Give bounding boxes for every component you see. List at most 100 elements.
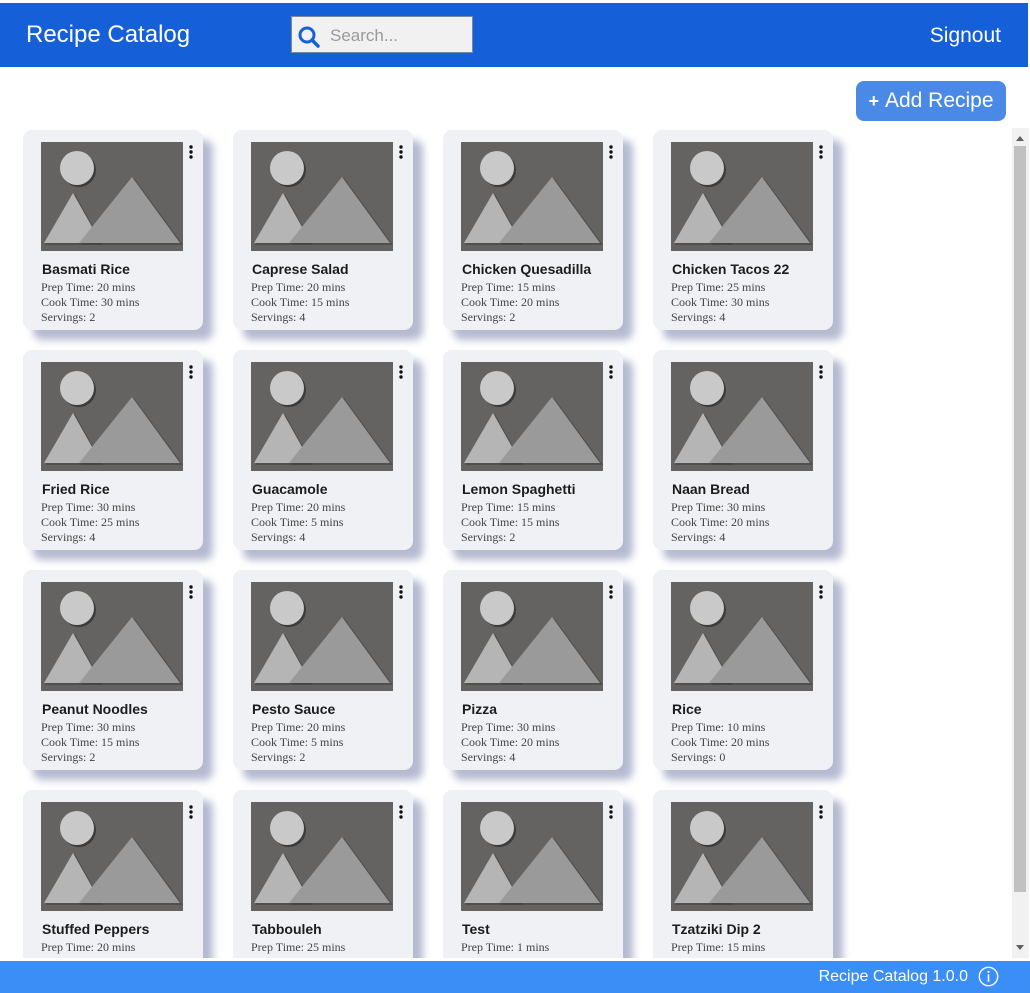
- more-vertical-icon[interactable]: [187, 144, 195, 160]
- image-placeholder-icon: [41, 142, 183, 251]
- info-icon[interactable]: [978, 966, 999, 987]
- prep-time: Prep Time: 30 mins: [671, 500, 766, 514]
- servings: Servings: 4: [41, 530, 96, 544]
- recipe-name: Tzatziki Dip 2: [672, 921, 761, 937]
- recipe-card[interactable]: Peanut Noodles Prep Time: 30 mins Cook Tim…: [23, 570, 203, 770]
- cook-time: Cook Time: 20 mins: [461, 735, 560, 749]
- image-placeholder-icon: [251, 802, 393, 911]
- add-recipe-button[interactable]: + Add Recipe: [856, 81, 1006, 121]
- servings: Servings: 2: [461, 530, 516, 544]
- recipe-card[interactable]: Pizza Prep Time: 30 mins Cook Time: 20 min…: [443, 570, 623, 770]
- prep-time: Prep Time: 25 mins: [251, 940, 346, 954]
- recipe-name: Caprese Salad: [252, 261, 349, 277]
- footer-bar: Recipe Catalog 1.0.0: [0, 961, 1030, 993]
- cook-time: Cook Time: 30 mins: [41, 295, 140, 309]
- prep-time: Prep Time: 30 mins: [41, 500, 136, 514]
- recipe-card[interactable]: Naan Bread Prep Time: 30 mins Cook Time: 2…: [653, 350, 833, 550]
- cook-time: Cook Time: 15 mins: [251, 295, 350, 309]
- recipe-name: Guacamole: [252, 481, 328, 497]
- image-placeholder-icon: [41, 802, 183, 911]
- recipe-name: Naan Bread: [672, 481, 750, 497]
- recipe-card[interactable]: Rice Prep Time: 10 mins Cook Time: 20 mins…: [653, 570, 833, 770]
- app-title: Recipe Catalog: [26, 21, 191, 48]
- scroll-down-arrow-icon[interactable]: [1016, 945, 1024, 950]
- vertical-scrollbar[interactable]: [1012, 128, 1029, 958]
- more-vertical-icon[interactable]: [817, 144, 825, 160]
- image-placeholder-icon: [461, 582, 603, 691]
- prep-time: Prep Time: 15 mins: [461, 280, 556, 294]
- recipe-card[interactable]: Tabbouleh Prep Time: 25 mins: [233, 790, 413, 958]
- cook-time: Cook Time: 20 mins: [461, 295, 560, 309]
- image-placeholder-icon: [461, 142, 603, 251]
- recipe-name: Peanut Noodles: [42, 701, 148, 717]
- search-input[interactable]: [328, 22, 470, 50]
- more-vertical-icon[interactable]: [607, 144, 615, 160]
- recipe-card[interactable]: Pesto Sauce Prep Time: 20 mins Cook Time: …: [233, 570, 413, 770]
- more-vertical-icon[interactable]: [187, 804, 195, 820]
- search-box[interactable]: [291, 16, 473, 53]
- recipe-name: Chicken Tacos 22: [672, 261, 790, 277]
- more-vertical-icon[interactable]: [817, 364, 825, 380]
- recipe-name: Lemon Spaghetti: [462, 481, 576, 497]
- cook-time: Cook Time: 20 mins: [671, 515, 770, 529]
- cook-time: Cook Time: 20 mins: [671, 735, 770, 749]
- more-vertical-icon[interactable]: [187, 364, 195, 380]
- more-vertical-icon[interactable]: [607, 364, 615, 380]
- image-placeholder-icon: [251, 582, 393, 691]
- image-placeholder-icon: [671, 802, 813, 911]
- image-placeholder-icon: [461, 802, 603, 911]
- prep-time: Prep Time: 30 mins: [461, 720, 556, 734]
- more-vertical-icon[interactable]: [817, 804, 825, 820]
- recipe-card[interactable]: Fried Rice Prep Time: 30 mins Cook Time: 2…: [23, 350, 203, 550]
- signout-button[interactable]: Signout: [930, 24, 1001, 48]
- recipe-name: Basmati Rice: [42, 261, 130, 277]
- recipe-card[interactable]: Chicken Quesadilla Prep Time: 15 mins Cook…: [443, 130, 623, 330]
- cook-time: Cook Time: 30 mins: [671, 295, 770, 309]
- recipe-card[interactable]: Test Prep Time: 1 mins: [443, 790, 623, 958]
- servings: Servings: 4: [461, 750, 516, 764]
- servings: Servings: 0: [671, 750, 726, 764]
- prep-time: Prep Time: 15 mins: [671, 940, 766, 954]
- recipe-card[interactable]: Guacamole Prep Time: 20 mins Cook Time: 5 …: [233, 350, 413, 550]
- recipe-card[interactable]: Stuffed Peppers Prep Time: 20 mins: [23, 790, 203, 958]
- more-vertical-icon[interactable]: [817, 584, 825, 600]
- more-vertical-icon[interactable]: [187, 584, 195, 600]
- more-vertical-icon[interactable]: [397, 804, 405, 820]
- add-recipe-label: Add Recipe: [884, 89, 994, 112]
- scroll-up-arrow-icon[interactable]: [1016, 136, 1024, 141]
- recipe-card[interactable]: Chicken Tacos 22 Prep Time: 25 mins Cook T…: [653, 130, 833, 330]
- servings: Servings: 2: [41, 310, 96, 324]
- image-placeholder-icon: [251, 142, 393, 251]
- recipe-name: Pizza: [462, 701, 498, 717]
- prep-time: Prep Time: 15 mins: [461, 500, 556, 514]
- servings: Servings: 4: [251, 530, 306, 544]
- more-vertical-icon[interactable]: [607, 584, 615, 600]
- image-placeholder-icon: [671, 582, 813, 691]
- more-vertical-icon[interactable]: [607, 804, 615, 820]
- recipe-card[interactable]: Lemon Spaghetti Prep Time: 15 mins Cook Ti…: [443, 350, 623, 550]
- image-placeholder-icon: [461, 362, 603, 471]
- scrollbar-thumb[interactable]: [1014, 146, 1026, 892]
- more-vertical-icon[interactable]: [397, 144, 405, 160]
- image-placeholder-icon: [251, 362, 393, 471]
- top-nav-bar: Recipe Catalog Signout: [0, 3, 1028, 67]
- search-icon[interactable]: [296, 24, 322, 50]
- prep-time: Prep Time: 30 mins: [41, 720, 136, 734]
- more-vertical-icon[interactable]: [397, 584, 405, 600]
- recipe-card[interactable]: Tzatziki Dip 2 Prep Time: 15 mins: [653, 790, 833, 958]
- servings: Servings: 4: [251, 310, 306, 324]
- image-placeholder-icon: [671, 142, 813, 251]
- prep-time: Prep Time: 20 mins: [41, 280, 136, 294]
- cook-time: Cook Time: 5 mins: [251, 735, 344, 749]
- cook-time: Cook Time: 15 mins: [461, 515, 560, 529]
- recipe-name: Stuffed Peppers: [42, 921, 150, 937]
- servings: Servings: 4: [671, 310, 726, 324]
- servings: Servings: 2: [461, 310, 516, 324]
- more-vertical-icon[interactable]: [397, 364, 405, 380]
- recipe-name: Tabbouleh: [252, 921, 322, 937]
- recipe-card[interactable]: Caprese Salad Prep Time: 20 mins Cook Time…: [233, 130, 413, 330]
- servings: Servings: 2: [251, 750, 306, 764]
- recipe-card[interactable]: Basmati Rice Prep Time: 20 mins Cook Time:…: [23, 130, 203, 330]
- image-placeholder-icon: [41, 362, 183, 471]
- prep-time: Prep Time: 25 mins: [671, 280, 766, 294]
